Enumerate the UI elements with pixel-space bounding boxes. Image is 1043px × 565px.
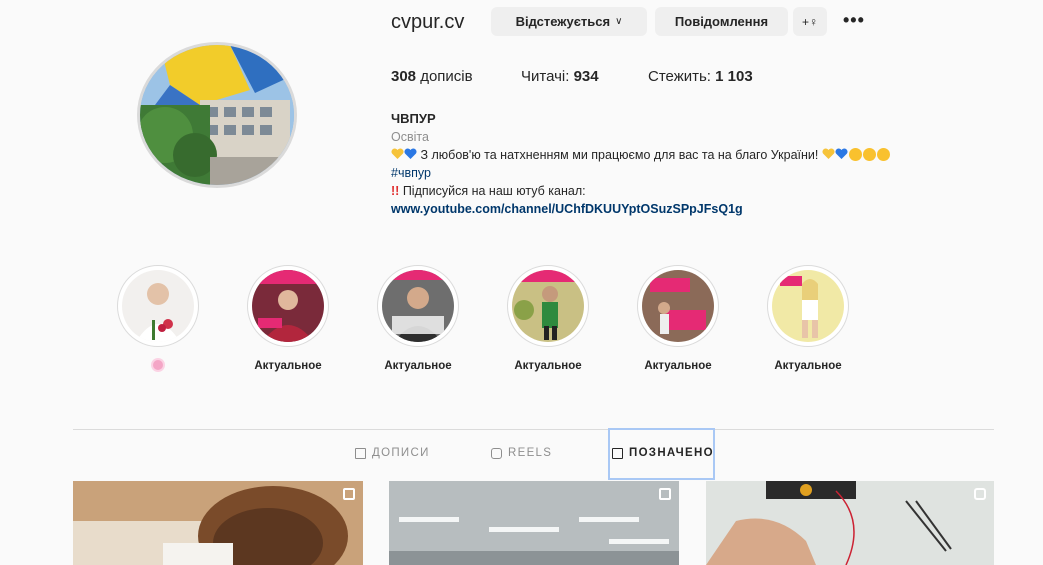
username: cvpur.cv [391, 11, 465, 33]
yellow-heart-icon [391, 148, 404, 159]
highlight-item[interactable]: Актуальное [507, 265, 589, 372]
avatar-image [140, 45, 294, 185]
followers-count[interactable]: Читачі: 934 [521, 68, 599, 85]
following-label: Стежить: [648, 68, 711, 85]
bio-text: З любов'ю та натхненням ми працюємо для … [420, 148, 819, 162]
tab-reels[interactable]: REELS [491, 447, 552, 459]
kiss-emoji-icon [876, 148, 890, 161]
highlight-label: Актуальное [514, 360, 582, 372]
highlight-cover [637, 265, 719, 347]
following-button-label: Відстежується [515, 14, 611, 29]
following-number: 1 103 [715, 68, 753, 85]
kiss-emoji-icon [848, 148, 862, 161]
highlight-item[interactable]: Актуальное [637, 265, 719, 372]
add-user-icon: +♀ [801, 14, 818, 29]
carousel-icon [343, 488, 355, 500]
highlight-label [117, 360, 199, 373]
bio-line-3: !! Підписуйся на наш ютуб канал: [391, 182, 1031, 200]
highlight-label: Актуальное [774, 360, 842, 372]
yellow-heart-icon [822, 148, 835, 159]
kiss-emoji-icon [862, 148, 876, 161]
profile-category: Освіта [391, 130, 429, 144]
grid-icon [355, 447, 366, 459]
flower-emoji-icon [153, 360, 163, 370]
highlight-label: Актуальное [644, 360, 712, 372]
followers-number: 934 [573, 68, 599, 85]
instagram-profile-page: cvpur.cv Відстежується ∨ Повідомлення +♀… [0, 0, 1043, 565]
bio-subscribe-text: Підписуйся на наш ютуб канал: [402, 184, 586, 198]
active-tab-outline [608, 428, 715, 480]
highlight-item[interactable]: Актуальное [767, 265, 849, 372]
double-exclamation-icon: !! [391, 184, 400, 198]
highlight-cover [767, 265, 849, 347]
posts-count[interactable]: 308 дописів [391, 68, 473, 85]
highlight-label: Актуальное [254, 360, 322, 372]
suggest-user-button[interactable]: +♀ [793, 7, 827, 36]
highlight-item[interactable]: Актуальное [247, 265, 329, 372]
blue-heart-icon [404, 148, 417, 159]
following-count[interactable]: Стежить: 1 103 [648, 68, 753, 85]
tab-reels-label: REELS [508, 447, 553, 459]
bio-line-1: З любов'ю та натхненням ми працюємо для … [391, 146, 1031, 164]
profile-name: ЧВПУР [391, 111, 436, 126]
following-button[interactable]: Відстежується ∨ [491, 7, 647, 36]
highlight-cover [507, 265, 589, 347]
tab-posts[interactable]: ДОПИСИ [355, 447, 430, 459]
chevron-down-icon: ∨ [615, 16, 623, 27]
reel-icon [974, 488, 986, 500]
highlight-item[interactable] [117, 265, 199, 373]
message-button[interactable]: Повідомлення [655, 7, 788, 36]
reels-icon [491, 447, 502, 459]
highlight-cover [377, 265, 459, 347]
highlight-cover [247, 265, 329, 347]
highlight-cover [117, 265, 199, 347]
profile-bio: ЧВПУР Освіта З любов'ю та натхненням ми … [391, 110, 1031, 218]
post-thumbnail[interactable] [389, 481, 679, 565]
post-thumbnail[interactable] [706, 481, 994, 565]
followers-label: Читачі: [521, 68, 570, 85]
carousel-icon [659, 488, 671, 500]
highlight-label: Актуальное [384, 360, 452, 372]
post-thumbnail[interactable] [73, 481, 363, 565]
youtube-link[interactable]: www.youtube.com/channel/UChfDKUUYptOSuzS… [391, 200, 1031, 218]
posts-number: 308 [391, 68, 417, 85]
blue-heart-icon [835, 148, 848, 159]
tabs-divider [73, 429, 994, 430]
more-options-icon[interactable]: ••• [843, 10, 865, 31]
highlight-item[interactable]: Актуальное [377, 265, 459, 372]
tab-posts-label: ДОПИСИ [372, 447, 430, 459]
profile-avatar[interactable] [137, 42, 297, 188]
hashtag-link[interactable]: #чвпур [391, 164, 1031, 182]
posts-label: дописів [420, 68, 473, 85]
